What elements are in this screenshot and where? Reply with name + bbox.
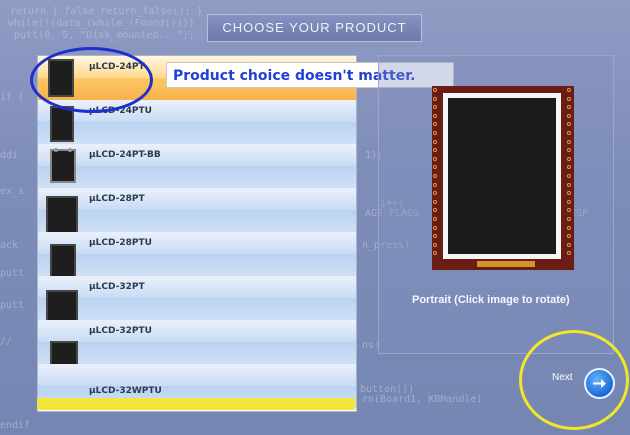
header-pin	[433, 122, 437, 127]
product-label: μLCD-32PTU	[89, 326, 152, 336]
header-pin	[567, 148, 571, 153]
header-pin	[567, 191, 571, 196]
product-thumbnail	[50, 244, 76, 278]
header-pin	[433, 96, 437, 101]
product-preview-image[interactable]	[432, 86, 574, 270]
product-thumbnail	[50, 106, 74, 142]
product-item-ulcd-24pt-bb[interactable]: μLCD-24PT-BB	[38, 144, 356, 188]
header-pin	[567, 88, 571, 92]
header-pin	[567, 225, 571, 230]
header-pin	[433, 217, 437, 221]
header-pin	[567, 122, 571, 127]
header-pin	[567, 105, 571, 110]
header-pin	[567, 113, 571, 118]
header-pin	[433, 182, 437, 187]
header-pin	[433, 165, 437, 170]
product-label: μLCD-32WPTU	[89, 386, 162, 396]
header-pin	[433, 251, 437, 256]
product-label: μLCD-32PT	[89, 282, 145, 292]
product-item-ulcd-32pt[interactable]: μLCD-32PT	[38, 276, 356, 334]
product-item-ulcd-28ptu[interactable]: μLCD-28PTU	[38, 232, 356, 278]
header-pin	[433, 174, 437, 178]
header-pin	[433, 139, 437, 144]
header-pin	[567, 156, 571, 161]
header-pin	[567, 131, 571, 135]
header-pin	[567, 96, 571, 101]
product-label: μLCD-24PT-BB	[89, 150, 161, 160]
header-pin	[433, 105, 437, 110]
highlight-ellipse-blue	[30, 47, 153, 113]
page-title: CHOOSE YOUR PRODUCT	[207, 14, 422, 42]
header-pin	[567, 208, 571, 213]
header-pin	[567, 199, 571, 204]
header-pin	[567, 217, 571, 221]
header-pin	[433, 88, 437, 92]
header-pin	[433, 113, 437, 118]
orientation-caption[interactable]: Portrait (Click image to rotate)	[412, 294, 570, 306]
header-pin	[433, 242, 437, 247]
pin-header-right	[567, 88, 573, 260]
header-pin	[567, 182, 571, 187]
product-label: μLCD-28PT	[89, 194, 145, 204]
product-item-ulcd-28pt[interactable]: μLCD-28PT	[38, 188, 356, 238]
header-pin	[433, 191, 437, 196]
product-label: μLCD-28PTU	[89, 238, 152, 248]
header-pin	[433, 208, 437, 213]
next-arrow-icon[interactable]	[584, 368, 615, 399]
header-pin	[567, 165, 571, 170]
header-pin	[433, 234, 437, 239]
list-bottom-bar	[37, 398, 355, 410]
header-pin	[567, 242, 571, 247]
header-pin	[567, 251, 571, 256]
header-pin	[567, 234, 571, 239]
header-pin	[433, 225, 437, 230]
header-pin	[567, 174, 571, 178]
header-pin	[433, 148, 437, 153]
display-screen	[448, 98, 556, 254]
header-pin	[433, 156, 437, 161]
next-button-label[interactable]: Next	[552, 372, 573, 383]
pin-header-left	[433, 88, 439, 260]
product-item-ulcd-32ptu[interactable]: μLCD-32PTU	[38, 320, 356, 381]
header-pin	[433, 131, 437, 135]
display-flex-cable	[477, 261, 535, 267]
header-pin	[567, 139, 571, 144]
product-thumbnail	[50, 148, 76, 183]
header-pin	[433, 199, 437, 204]
